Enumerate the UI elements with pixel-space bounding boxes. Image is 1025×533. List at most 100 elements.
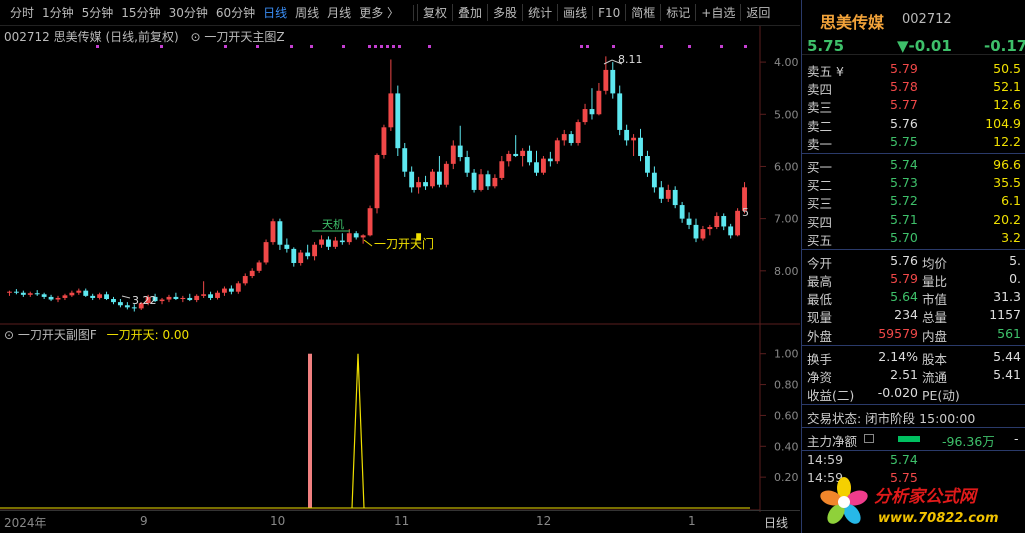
flow-chart-icon[interactable] [864, 434, 874, 444]
mark-button[interactable]: 标记 [660, 4, 695, 21]
adjust-button[interactable]: 复权 [417, 4, 452, 21]
period-tab[interactable]: 5分钟 [78, 4, 118, 21]
stat-label: 收益(二) [807, 388, 855, 404]
bid-row[interactable]: 买五 5.70 3.2 [802, 229, 1025, 248]
candle-body [208, 294, 213, 298]
chart-svg[interactable]: 8.00 7.00 6.00 5.00 4.00 1.00 0.80 0.60 0.40 0.20… [0, 26, 800, 512]
period-tab[interactable]: 15分钟 [117, 4, 164, 21]
stat-value: 5.41 [993, 367, 1021, 382]
stat-value: 2.51 [890, 367, 918, 382]
ask-price: 5.76 [890, 115, 918, 131]
stat-value: 561 [997, 325, 1021, 341]
signal-dot [160, 45, 163, 48]
tianji-label: 天机 [322, 217, 344, 231]
period-tab[interactable]: 30分钟 [165, 4, 212, 21]
stat-value: 59579 [878, 325, 918, 341]
bid-volume: 3.2 [1001, 229, 1021, 245]
stats-button[interactable]: 统计 [522, 4, 557, 21]
candle-body [568, 134, 574, 143]
bid-row[interactable]: 买三 5.72 6.1 [802, 192, 1025, 211]
main-chart-title: 002712 思美传媒 (日线,前复权) ⊙ 一刀开天主图Z [4, 28, 285, 45]
ask-row[interactable]: 卖二 5.76 104.9 [802, 115, 1025, 134]
bid-label: 买二 [807, 178, 833, 194]
candle-body [277, 221, 283, 245]
main-flow-row[interactable]: 主力净额 -96.36万 - [802, 428, 1025, 450]
bid-row[interactable]: 买二 5.73 35.5 [802, 174, 1025, 194]
multi-stock-button[interactable]: 多股 [487, 4, 522, 21]
chart-area[interactable]: 8.00 7.00 6.00 5.00 4.00 1.00 0.80 0.60 0.40 0.20… [0, 26, 800, 512]
bid-price: 5.73 [890, 175, 918, 191]
bid-price: 5.74 [890, 156, 918, 172]
stat-row[interactable]: 最低 5.64 市值 31.3 [802, 288, 1025, 307]
period-tab[interactable]: 周线 [291, 4, 323, 21]
candle-body [256, 262, 262, 271]
stat-row[interactable]: 外盘 59579 内盘 561 [802, 325, 1025, 344]
period-tab[interactable]: 1分钟 [38, 4, 78, 21]
candle-body [228, 288, 234, 292]
period-tab-daily[interactable]: 日线 [259, 4, 291, 21]
sub-indicator-name[interactable]: ⊙ 一刀开天副图F [4, 328, 97, 342]
stat-row[interactable]: 净资 2.51 流通 5.41 [802, 366, 1025, 385]
draw-line-button[interactable]: 画线 [557, 4, 592, 21]
stat-value: 31.3 [993, 289, 1021, 305]
stat-row[interactable]: 最高 5.79 量比 0. [802, 270, 1025, 290]
candle-body [721, 216, 727, 227]
candle-body [624, 129, 630, 141]
ask-label: 卖二 [807, 118, 833, 134]
overlay-button[interactable]: 叠加 [452, 4, 487, 21]
signal-dot [290, 45, 293, 48]
period-tag[interactable]: 日线 [764, 514, 788, 531]
date-axis-bar: 2024年 9 10 11 12 1 日线 [0, 510, 800, 533]
watermark-logo: 分析家公式网 www.70822.com [812, 470, 1025, 530]
stat-label: PE(动) [922, 388, 960, 404]
stat-row[interactable]: 换手 2.14% 股本 5.44 [802, 348, 1025, 367]
bid-row[interactable]: 买一 5.74 96.6 [802, 156, 1025, 175]
chart-mode: (日线,前复权) [105, 30, 179, 44]
stat-row[interactable]: 现量 234 总量 1157 [802, 306, 1025, 325]
signal-dot [224, 45, 227, 48]
candle-body [645, 156, 650, 173]
candle-body [589, 109, 595, 115]
ask-label: 卖四 [807, 82, 833, 98]
candle-body [187, 297, 193, 301]
ask-price: 5.75 [890, 133, 918, 149]
period-tab[interactable]: 月线 [323, 4, 355, 21]
period-tab[interactable]: 分时 [6, 4, 38, 21]
period-tab[interactable]: 60分钟 [212, 4, 259, 21]
add-watchlist-button[interactable]: +自选 [695, 4, 740, 21]
candle-body [520, 150, 526, 157]
stat-value: 5.44 [993, 348, 1021, 364]
signal-dot [380, 45, 383, 48]
bid-volume: 20.2 [993, 211, 1021, 227]
simple-frame-button[interactable]: 简框 [625, 4, 660, 21]
candle-body [686, 218, 692, 225]
ask-price: 5.77 [890, 97, 918, 113]
signal-dot [256, 45, 259, 48]
back-button[interactable]: 返回 [740, 4, 775, 21]
main-flow-tail: - [1014, 431, 1019, 447]
ask-row[interactable]: 卖一 5.75 12.2 [802, 133, 1025, 152]
date-label: 1 [688, 514, 696, 528]
candle-body [353, 233, 359, 238]
stat-row[interactable]: 今开 5.76 均价 5. [802, 252, 1025, 271]
candle-body [506, 153, 512, 162]
ask-row[interactable]: 卖四 5.78 52.1 [802, 78, 1025, 98]
ask-row[interactable]: 卖五 ¥ 5.79 50.5 [802, 60, 1025, 79]
bid-price: 5.71 [890, 211, 918, 227]
stat-row[interactable]: 收益(二) -0.020 PE(动) [802, 384, 1025, 404]
candle-body [450, 145, 456, 164]
candle-body [395, 93, 401, 149]
last-price: 5.75 [807, 37, 845, 55]
candle-body [34, 293, 40, 295]
ask-row[interactable]: 卖三 5.77 12.6 [802, 96, 1025, 115]
price-tick-label: 4.00 [774, 56, 799, 69]
price-tick-label: 5.00 [774, 108, 799, 121]
bid-row[interactable]: 买四 5.71 20.2 [802, 211, 1025, 230]
stat-value: 0. [1009, 271, 1021, 287]
toolbar: 分时 1分钟 5分钟 15分钟 30分钟 60分钟 日线 周线 月线 更多 〉 … [0, 0, 800, 26]
stat-label: 最高 [807, 274, 833, 290]
indicator-name[interactable]: ⊙ 一刀开天主图Z [191, 30, 285, 44]
f10-button[interactable]: F10 [592, 5, 625, 20]
more-periods-button[interactable]: 更多 〉 [355, 4, 403, 21]
bid-price: 5.72 [890, 193, 918, 209]
